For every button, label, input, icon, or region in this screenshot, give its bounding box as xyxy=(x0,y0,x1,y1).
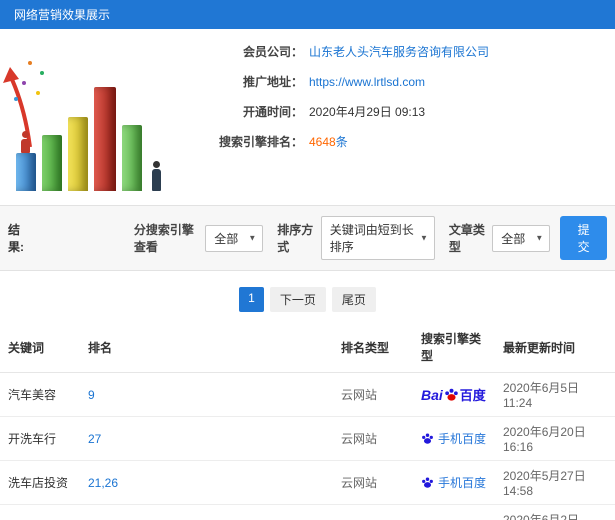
chart-bar xyxy=(94,87,116,191)
update-time-cell: 2020年6月20日 16:16 xyxy=(495,416,615,461)
rank-link[interactable]: 27 xyxy=(88,432,101,446)
keyword-cell: 洗车店投资 xyxy=(0,460,80,505)
rank-type-cell: 云网站 xyxy=(333,416,413,461)
keyword-cell: 汽车美容 xyxy=(0,372,80,417)
update-time-cell: 2020年5月27日 14:58 xyxy=(495,460,615,505)
confetti-dot xyxy=(14,97,18,101)
type-filter-select[interactable]: 全部 ▼ xyxy=(492,224,551,252)
update-time-cell: 2020年6月2日 16:12 xyxy=(495,504,615,520)
engine-filter-value: 全部 xyxy=(214,231,239,246)
chart-bar xyxy=(16,153,36,191)
engine-cell: 手机百度 xyxy=(413,460,495,505)
keyword-cell: 汽车加盟店 xyxy=(0,504,80,520)
update-time-cell: 2020年6月5日 11:24 xyxy=(495,372,615,417)
page-number-current[interactable]: 1 xyxy=(239,287,264,312)
results-section-label: 结果: xyxy=(8,223,24,254)
baidu-paw-icon xyxy=(445,388,458,401)
chevron-down-icon: ▼ xyxy=(419,233,428,243)
sort-filter-select[interactable]: 关键词由短到长排序 ▼ xyxy=(320,216,435,260)
chart-bar xyxy=(42,135,62,191)
confetti-dot xyxy=(22,81,26,85)
column-header: 排名类型 xyxy=(333,322,413,373)
engine-rank-value: 4648条 xyxy=(309,133,348,150)
column-header: 排名 xyxy=(80,322,333,373)
confetti-dot xyxy=(40,71,44,75)
rank-link[interactable]: 9 xyxy=(88,388,95,402)
table-row: 汽车加盟店8云网站Bai百度2020年6月2日 16:12 xyxy=(0,504,615,520)
table-row: 开洗车行 27 云网站 手机百度 2020年6月20日 16:16 xyxy=(0,416,615,461)
chart-graphic xyxy=(0,37,185,195)
engine-cell: Bai百度 xyxy=(413,504,495,520)
page: 网络营销效果展示 会员公司： 山东老人头汽车服务咨询有限公司 推广地址： htt… xyxy=(0,0,615,520)
top-section: 会员公司： 山东老人头汽车服务咨询有限公司 推广地址： https://www.… xyxy=(0,29,615,205)
confetti-dot xyxy=(36,91,40,95)
last-page-button[interactable]: 尾页 xyxy=(331,287,376,312)
column-header: 关键词 xyxy=(0,322,80,373)
open-time-value: 2020年4月29日 09:13 xyxy=(309,105,426,119)
rank-type-cell: 云网站 xyxy=(333,460,413,505)
info-row-company: 会员公司： 山东老人头汽车服务咨询有限公司 xyxy=(185,43,489,60)
submit-button[interactable]: 提交 xyxy=(560,216,608,260)
rank-cell: 9 xyxy=(80,372,333,417)
rank-link[interactable]: 21,26 xyxy=(88,476,118,490)
next-page-button[interactable]: 下一页 xyxy=(269,287,326,312)
type-filter-label: 文章类型 xyxy=(448,223,485,254)
page-title: 网络营销效果展示 xyxy=(14,8,111,22)
app-header: 网络营销效果展示 xyxy=(0,0,615,29)
baidu-paw-icon xyxy=(422,477,433,488)
open-time-label: 开通时间： xyxy=(242,105,303,119)
chart-bar xyxy=(68,117,88,191)
rank-cell: 21,26 xyxy=(80,460,333,505)
info-row-url: 推广地址： https://www.lrtlsd.com xyxy=(185,73,489,90)
results-table: 关键词 排名 排名类型 搜索引擎类型 最新更新时间 汽车美容 9 云网站 Bai 百度 2020年… xyxy=(0,322,615,520)
promo-url-link[interactable]: https://www.lrtlsd.com xyxy=(309,75,425,89)
info-row-open-time: 开通时间： 2020年4月29日 09:13 xyxy=(185,103,489,120)
filter-bar: 结果: 分搜索引擎查看 全部 ▼ 排序方式 关键词由短到长排序 ▼ 文章类型 全… xyxy=(0,205,615,271)
chart-bar xyxy=(122,125,142,191)
mobile-baidu-logo: 手机百度 xyxy=(421,474,486,491)
company-label: 会员公司： xyxy=(242,45,303,59)
member-info: 会员公司： 山东老人头汽车服务咨询有限公司 推广地址： https://www.… xyxy=(185,37,489,195)
rank-cell: 8 xyxy=(80,504,333,520)
engine-cell: 手机百度 xyxy=(413,416,495,461)
baidu-logo: Bai 百度 xyxy=(421,385,486,404)
column-header: 搜索引擎类型 xyxy=(413,322,495,373)
chevron-down-icon: ▼ xyxy=(248,233,257,243)
engine-cell: Bai 百度 xyxy=(413,372,495,417)
rank-type-cell: 云网站 xyxy=(333,504,413,520)
rank-count-number: 4648 xyxy=(309,135,336,149)
table-body: 汽车美容 9 云网站 Bai 百度 2020年6月5日 11:24 开洗车行 27 云网站 手机百… xyxy=(0,372,615,520)
column-header: 最新更新时间 xyxy=(495,322,615,373)
table-row: 洗车店投资 21,26 云网站 手机百度 2020年5月27日 14:58 xyxy=(0,460,615,505)
rank-count-unit: 条 xyxy=(335,135,348,149)
promo-url-label: 推广地址： xyxy=(242,75,303,89)
baidu-cn-text: 百度 xyxy=(459,388,486,403)
baidu-paw-icon xyxy=(422,433,433,444)
engine-filter-label: 分搜索引擎查看 xyxy=(133,223,194,254)
mobile-baidu-logo: 手机百度 xyxy=(421,430,486,447)
chevron-down-icon: ▼ xyxy=(535,233,544,243)
table-row: 汽车美容 9 云网站 Bai 百度 2020年6月5日 11:24 xyxy=(0,372,615,417)
company-link[interactable]: 山东老人头汽车服务咨询有限公司 xyxy=(309,43,489,60)
baidu-latin-text: Bai xyxy=(421,386,443,403)
info-row-rank-count: 搜索引擎排名： 4648条 xyxy=(185,133,489,150)
small-person-figure xyxy=(21,131,30,153)
mobile-baidu-text: 手机百度 xyxy=(438,475,487,490)
table-header-row: 关键词 排名 排名类型 搜索引擎类型 最新更新时间 xyxy=(0,322,615,373)
businessman-figure xyxy=(152,161,161,191)
rank-type-cell: 云网站 xyxy=(333,372,413,417)
confetti-dot xyxy=(28,61,32,65)
mobile-baidu-text: 手机百度 xyxy=(438,431,487,446)
pagination: 1 下一页 尾页 xyxy=(0,271,615,322)
rank-cell: 27 xyxy=(80,416,333,461)
engine-filter-select[interactable]: 全部 ▼ xyxy=(205,224,264,252)
sort-filter-label: 排序方式 xyxy=(277,223,314,254)
type-filter-value: 全部 xyxy=(501,231,526,246)
engine-rank-label: 搜索引擎排名： xyxy=(218,135,303,149)
keyword-cell: 开洗车行 xyxy=(0,416,80,461)
sort-filter-value: 关键词由短到长排序 xyxy=(329,223,414,254)
